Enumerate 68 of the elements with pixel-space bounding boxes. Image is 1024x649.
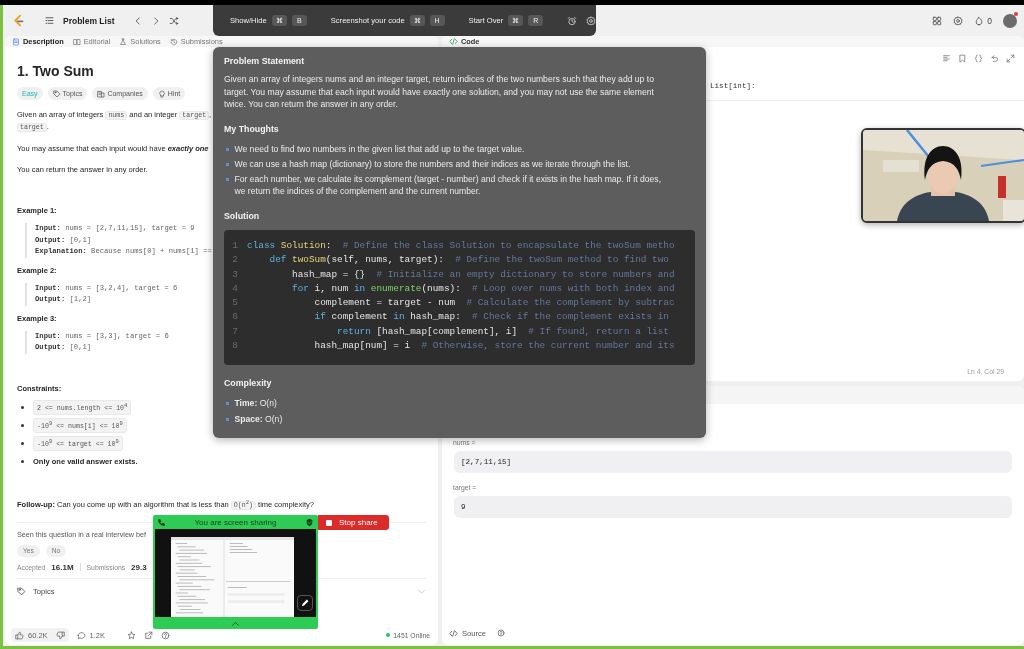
tag-icon (52, 89, 61, 98)
stat-value: 16.1M (51, 562, 74, 572)
code-icon (449, 37, 458, 46)
code-icon (449, 628, 458, 638)
online-dot (386, 633, 391, 637)
help-icon (497, 629, 506, 637)
line-number: 2 (231, 253, 239, 268)
stop-share-button[interactable]: Stop share (318, 515, 389, 530)
code-line: if complement in hash_map: # Check if the complement exists in (313, 310, 669, 325)
statement-text: Given an array of integers nums and an integer target, return indices of the two numbers such that they add up to target. You may assume that each input would have exactly one solution, and you may not use the same element twice. You can return the answer in any order. (224, 73, 655, 111)
line-number: 6 (231, 310, 239, 325)
bullet-text: Space: O(n) (234, 412, 283, 426)
bullet-dot (21, 406, 24, 409)
expand-icon[interactable] (1006, 54, 1015, 63)
stat-value: 29.3 (131, 562, 147, 572)
logo-icon[interactable] (12, 14, 25, 27)
bullet-text: For each number, we calculate its complement (target - number) and check if it exists in the hash map. If it does, we return the indices of the complement and the current number. (234, 172, 663, 198)
section-heading: Problem Statement (224, 56, 306, 67)
pencil-icon (300, 598, 310, 608)
book-icon (72, 37, 81, 46)
code-line: class Solution: # Define the class Solution to encapsulate the twoSum metho (247, 239, 675, 253)
bullet-dot (21, 442, 24, 445)
shuffle-icon[interactable] (169, 15, 180, 26)
phone-icon (157, 517, 166, 527)
notification-dot (1014, 11, 1018, 16)
section-heading: Complexity (224, 377, 273, 389)
building-icon (97, 89, 106, 98)
line-number: 7 (231, 324, 239, 339)
flame-icon[interactable] (974, 15, 985, 26)
thumbs-up-icon (15, 630, 24, 640)
avatar-icon[interactable] (1003, 13, 1017, 28)
section-heading: My Thoughts (224, 123, 280, 135)
alarm-clock-icon[interactable] (567, 15, 578, 26)
bullet-text: Time: O(n) (234, 396, 277, 410)
code-line: complement = target - num # Calculate the complement by subtrac (313, 296, 675, 311)
format-icon[interactable] (942, 54, 951, 63)
menu-icon[interactable] (44, 15, 55, 26)
braces-icon[interactable] (974, 54, 983, 63)
undo-icon[interactable] (990, 54, 999, 63)
problem-title: 1. Two Sum (17, 63, 94, 79)
document-icon (12, 37, 20, 46)
star-icon[interactable] (127, 630, 137, 640)
edit-button[interactable] (297, 595, 313, 611)
code-line: hash_map = {} # Initialize an empty dictionary to store numbers and (291, 267, 675, 282)
bullet-dot (21, 424, 24, 427)
help-icon[interactable] (161, 630, 171, 640)
problem-list-link[interactable]: Problem List (63, 15, 115, 26)
stop-icon (326, 519, 332, 526)
tag-icon (17, 587, 26, 597)
section-heading: Solution (224, 210, 261, 222)
line-number: 1 (231, 239, 239, 253)
bullet-dot (21, 460, 24, 463)
thumbs-down-icon (55, 630, 65, 640)
sharing-status-text: You are screen sharing (193, 517, 278, 527)
bookmark-icon[interactable] (958, 54, 967, 63)
bullet-text: We need to find two numbers in the given list that add up to the target value. (234, 142, 525, 155)
share-icon[interactable] (144, 630, 154, 640)
code-line: def twoSum(self, nums, target): # Define the twoSum method to find two (268, 253, 669, 268)
history-icon (169, 37, 178, 46)
comment-icon (76, 630, 86, 640)
streak-count: 0 (987, 15, 992, 26)
bullet-text: We can use a hash map (dictionary) to store the numbers and their indices as we iterate through the list. (234, 157, 631, 170)
code-line: hash_map[num] = i # Otherwise, store the current number and its (313, 339, 675, 354)
lightbulb-icon (157, 89, 166, 98)
flask-icon (119, 37, 128, 46)
grid-icon[interactable] (932, 15, 943, 26)
code-line: return [hash_map[complement], i] # If found, return a list (336, 324, 669, 339)
code-line: for i, num in enumerate(nums): # Loop over nums with both index and (291, 281, 675, 296)
